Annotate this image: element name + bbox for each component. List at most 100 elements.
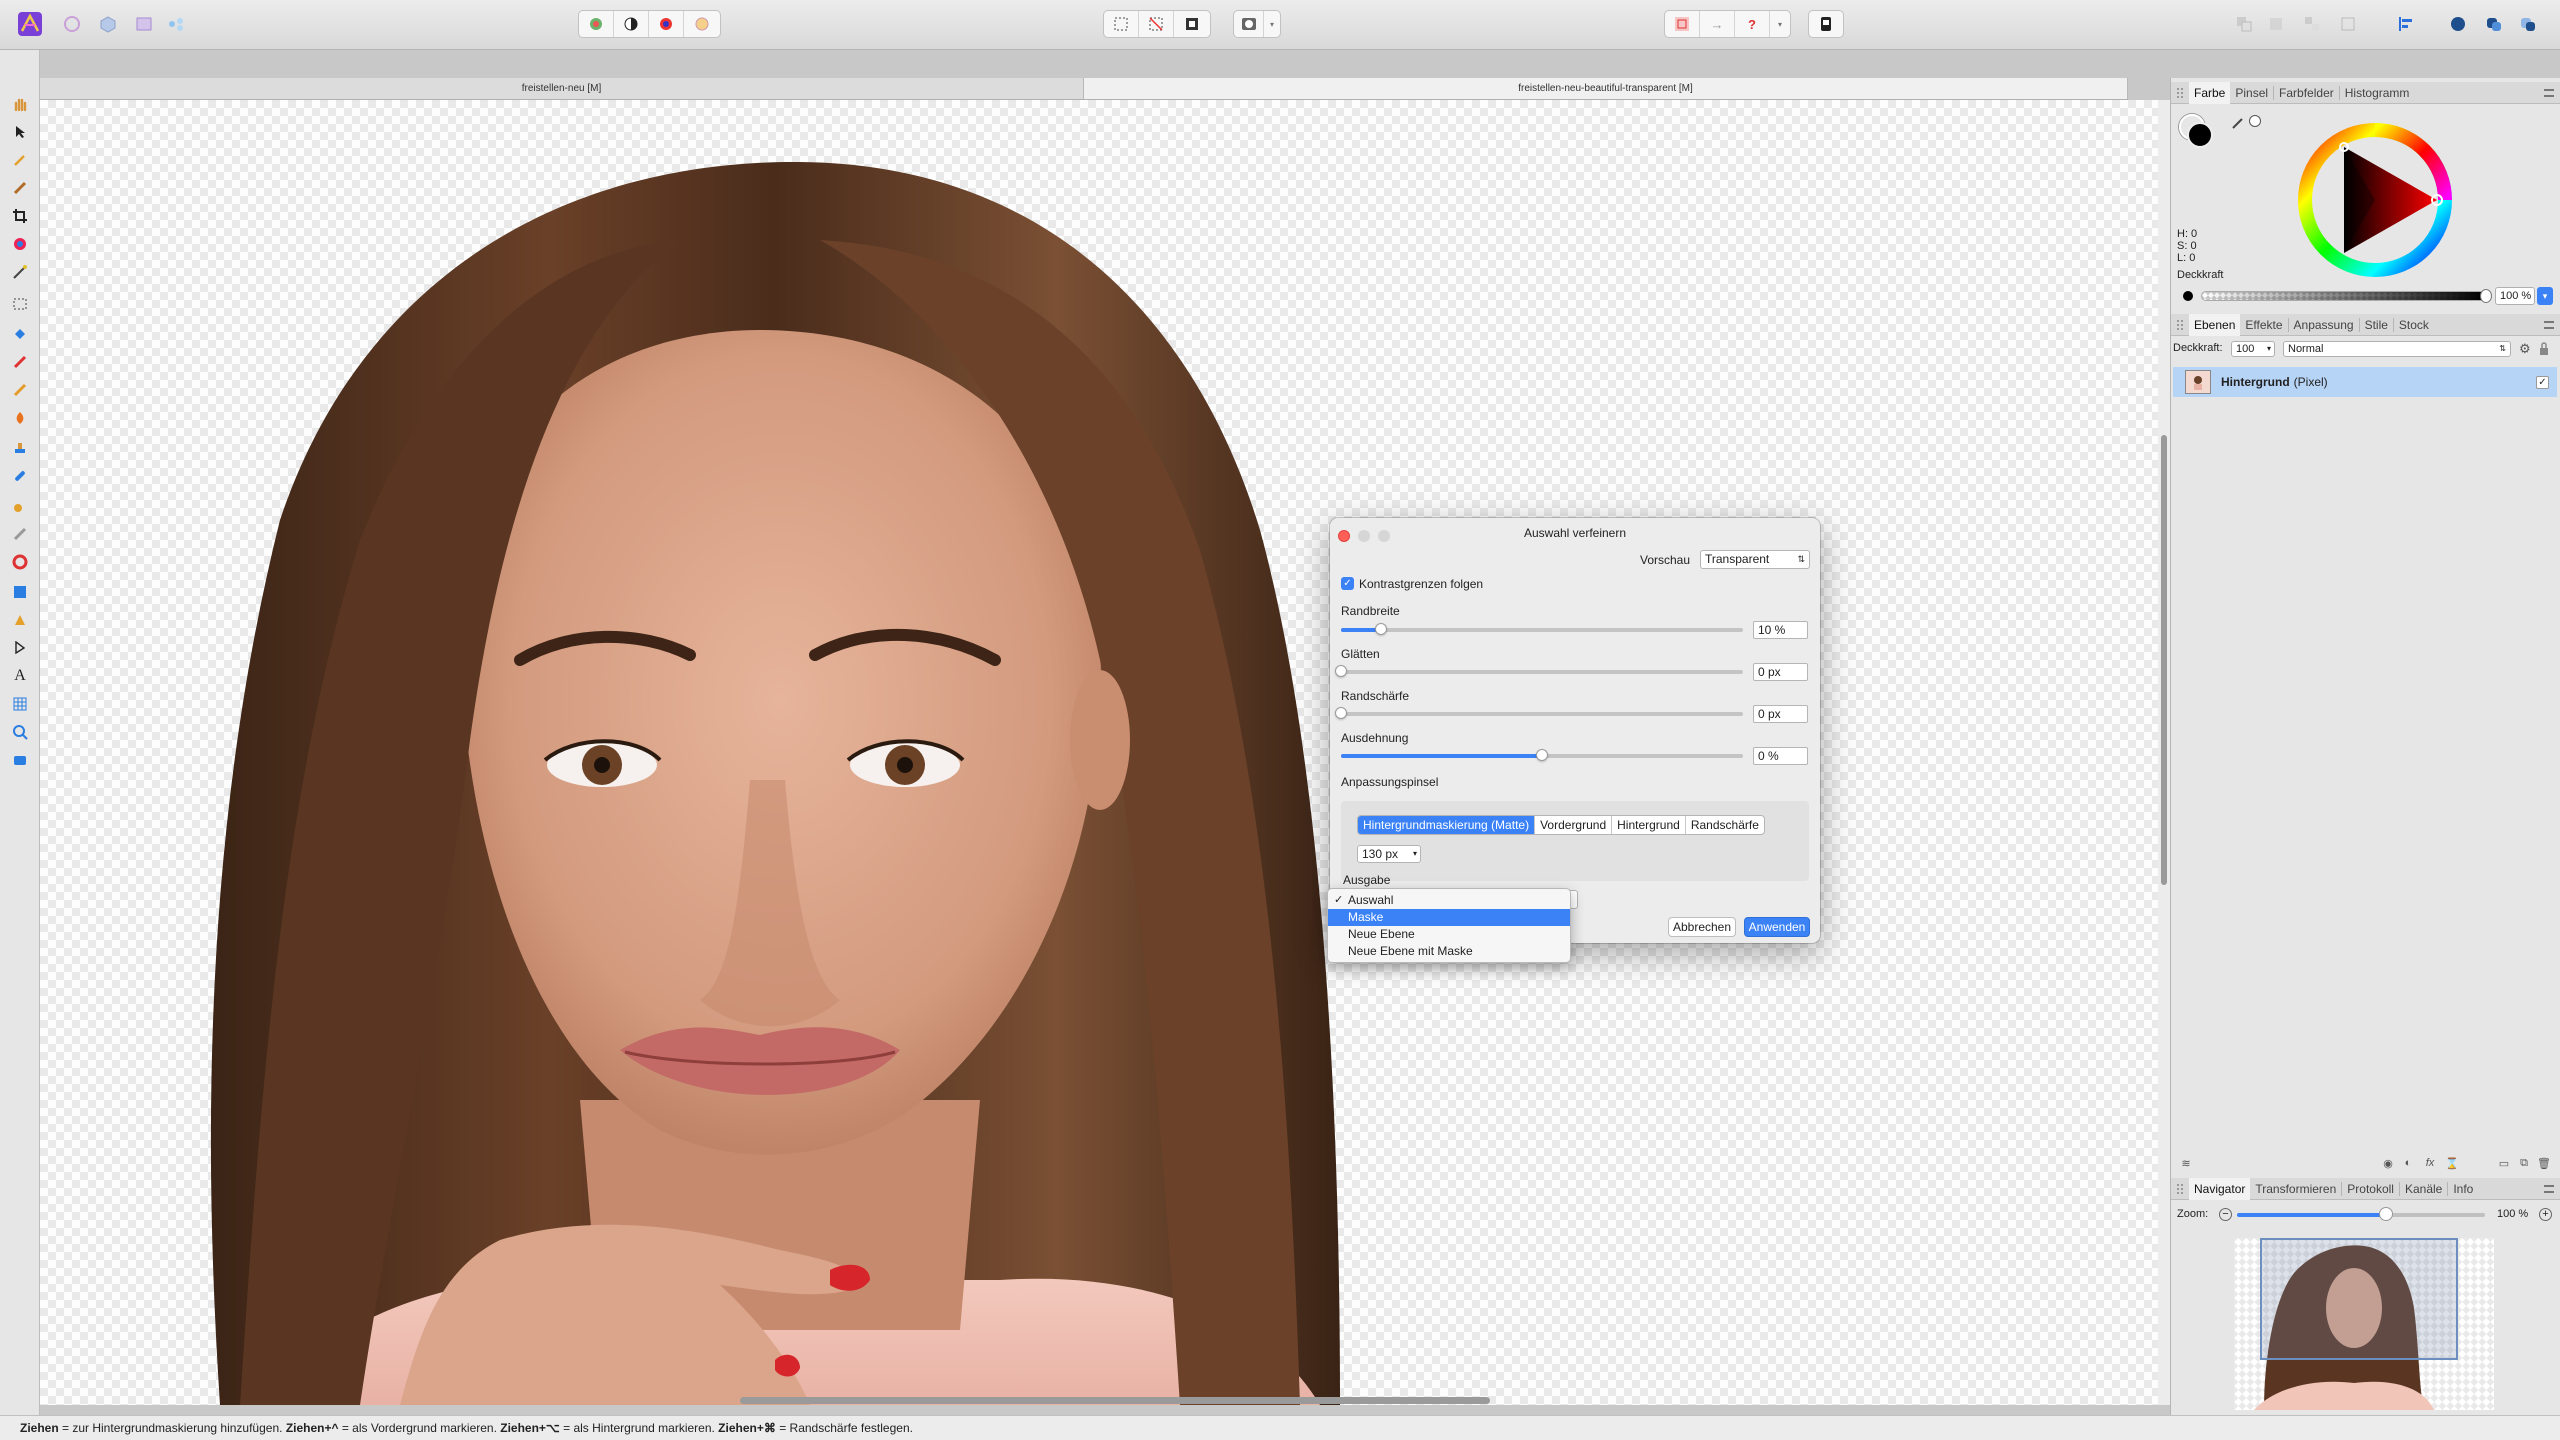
marquee-tool-icon[interactable] <box>10 294 30 314</box>
node-tool-icon[interactable] <box>10 638 30 658</box>
tab-pinsel[interactable]: Pinsel <box>2230 85 2275 100</box>
zoom-in-icon[interactable]: + <box>2539 1208 2552 1221</box>
select-all-icon[interactable] <box>1104 11 1139 37</box>
fill-stroke-swatch[interactable] <box>2179 114 2213 148</box>
opacity-value-field[interactable]: 100 % <box>2495 287 2535 305</box>
document-tab[interactable]: freistellen-neu [M] <box>40 78 1084 99</box>
help-icon[interactable]: ? <box>1735 11 1770 37</box>
tab-kanaele[interactable]: Kanäle <box>2400 1181 2449 1196</box>
layer-visibility-checkbox[interactable]: ✓ <box>2536 375 2549 389</box>
flood-fill-icon[interactable] <box>10 324 30 344</box>
crop-tool-icon[interactable] <box>10 206 30 226</box>
gear-icon[interactable]: ⚙ <box>2519 341 2531 357</box>
zoom-slider-fill[interactable] <box>2237 1213 2386 1217</box>
app-logo-icon[interactable] <box>14 10 46 38</box>
mask-layer-icon[interactable]: ◉ <box>2381 1156 2395 1170</box>
tab-protokoll[interactable]: Protokoll <box>2342 1181 2400 1196</box>
menu-item-maske[interactable]: Maske <box>1328 909 1570 926</box>
paint-brush-icon[interactable] <box>10 178 30 198</box>
layer-row[interactable]: Hintergrund (Pixel) ✓ <box>2173 367 2557 397</box>
tab-stile[interactable]: Stile <box>2360 317 2394 332</box>
pen-tool-icon[interactable] <box>10 610 30 630</box>
adjustment-layer-icon[interactable]: ◐ <box>2401 1156 2415 1170</box>
vertical-scrollbar-thumb[interactable] <box>2161 435 2167 885</box>
brush-mode-foreground[interactable]: Vordergrund <box>1535 816 1613 834</box>
tab-farbfelder[interactable]: Farbfelder <box>2274 85 2340 100</box>
intersect-icon[interactable] <box>2512 10 2544 38</box>
menu-item-neue-ebene-mit-maske[interactable]: Neue Ebene mit Maske <box>1328 943 1570 960</box>
slider-thumb[interactable] <box>1536 749 1548 761</box>
hand-tool-icon[interactable] <box>10 94 30 114</box>
magic-wand-icon[interactable] <box>10 262 30 282</box>
mesh-warp-icon[interactable] <box>10 694 30 714</box>
boolean-icon[interactable] <box>2478 10 2510 38</box>
menu-item-neue-ebene[interactable]: Neue Ebene <box>1328 926 1570 943</box>
eyedropper-icon[interactable] <box>2231 116 2245 133</box>
blend-mode-select[interactable]: Normal ⇅ <box>2283 341 2511 357</box>
smudge-tool-icon[interactable] <box>10 496 30 516</box>
tab-transformieren[interactable]: Transformieren <box>2250 1181 2343 1196</box>
snapping-icon[interactable] <box>1665 11 1700 37</box>
brush-mode-feather[interactable]: Randschärfe <box>1686 816 1764 834</box>
healing-brush-icon[interactable] <box>10 466 30 486</box>
deselect-icon[interactable] <box>1139 11 1174 37</box>
clone-stamp-icon[interactable] <box>10 438 30 458</box>
slider-value-field[interactable]: 0 px <box>1753 705 1808 723</box>
distribute-icon[interactable] <box>2296 10 2328 38</box>
zoom-slider-track[interactable] <box>2385 1213 2485 1217</box>
cancel-button[interactable]: Abbrechen <box>1668 917 1736 937</box>
zoom-value-field[interactable]: 100 % <box>2493 1206 2537 1224</box>
menu-item-auswahl[interactable]: ✓ Auswahl <box>1328 892 1570 909</box>
tab-info[interactable]: Info <box>2448 1182 2478 1196</box>
smooth-slider[interactable] <box>1335 665 1743 677</box>
shape-tool-icon[interactable] <box>10 582 30 602</box>
slider-value-field[interactable]: 0 % <box>1753 747 1808 765</box>
slider-value-field[interactable]: 0 px <box>1753 663 1808 681</box>
preview-select[interactable]: Transparent ⇅ <box>1700 550 1810 569</box>
live-filter-icon[interactable]: ⌛ <box>2445 1156 2459 1170</box>
align-icon[interactable] <box>2260 10 2292 38</box>
color-wheel[interactable] <box>2295 120 2455 280</box>
develop-persona-icon[interactable] <box>92 10 124 38</box>
slider-thumb[interactable] <box>1335 707 1347 719</box>
ramp-slider[interactable] <box>1341 749 1743 761</box>
zoom-out-icon[interactable]: − <box>2219 1208 2232 1221</box>
text-tool-icon[interactable]: A <box>10 666 30 686</box>
assistant-icon[interactable] <box>1809 11 1843 37</box>
export-persona-icon[interactable] <box>160 10 192 38</box>
tab-ebenen[interactable]: Ebenen <box>2189 313 2241 336</box>
panel-grip-icon[interactable] <box>2177 320 2183 330</box>
tab-anpassung[interactable]: Anpassung <box>2289 317 2360 332</box>
trash-icon[interactable]: 🗑 <box>2537 1156 2551 1170</box>
tab-histogramm[interactable]: Histogramm <box>2340 86 2415 100</box>
quick-mask-icon[interactable] <box>1234 11 1264 37</box>
auto-contrast-icon[interactable] <box>614 11 649 37</box>
align-left-icon[interactable] <box>2390 10 2422 38</box>
tab-navigator[interactable]: Navigator <box>2189 1177 2251 1200</box>
opacity-stepper[interactable]: ▾ <box>2537 287 2553 305</box>
tab-farbe[interactable]: Farbe <box>2189 81 2231 104</box>
horizontal-scrollbar[interactable] <box>740 1397 1490 1404</box>
canvas[interactable] <box>40 100 2158 1405</box>
vertical-scrollbar[interactable] <box>2158 100 2170 1405</box>
arrange-icon[interactable] <box>2228 10 2260 38</box>
panel-grip-icon[interactable] <box>2177 88 2183 98</box>
color-picker-icon[interactable] <box>10 150 30 170</box>
lock-icon[interactable] <box>2539 342 2549 359</box>
opacity-slider-thumb[interactable] <box>2480 289 2492 303</box>
fill-swatch[interactable] <box>2187 122 2213 148</box>
pencil-icon[interactable] <box>10 380 30 400</box>
feather-slider[interactable] <box>1335 707 1743 719</box>
brush-red-icon[interactable] <box>10 352 30 372</box>
navigator-viewport[interactable] <box>2260 1238 2458 1360</box>
panel-menu-icon[interactable] <box>2544 1185 2554 1193</box>
panel-grip-icon[interactable] <box>2177 1184 2183 1194</box>
panel-menu-icon[interactable] <box>2544 89 2554 97</box>
invert-selection-icon[interactable] <box>1174 11 1209 37</box>
zoom-slider-thumb[interactable] <box>2378 1207 2393 1221</box>
color-wheel-tool-icon[interactable] <box>10 234 30 254</box>
auto-levels-icon[interactable] <box>579 11 614 37</box>
fx-icon[interactable]: fx <box>2423 1156 2437 1170</box>
no-color-icon[interactable] <box>2249 115 2261 127</box>
slider-value-field[interactable]: 10 % <box>1753 621 1808 639</box>
